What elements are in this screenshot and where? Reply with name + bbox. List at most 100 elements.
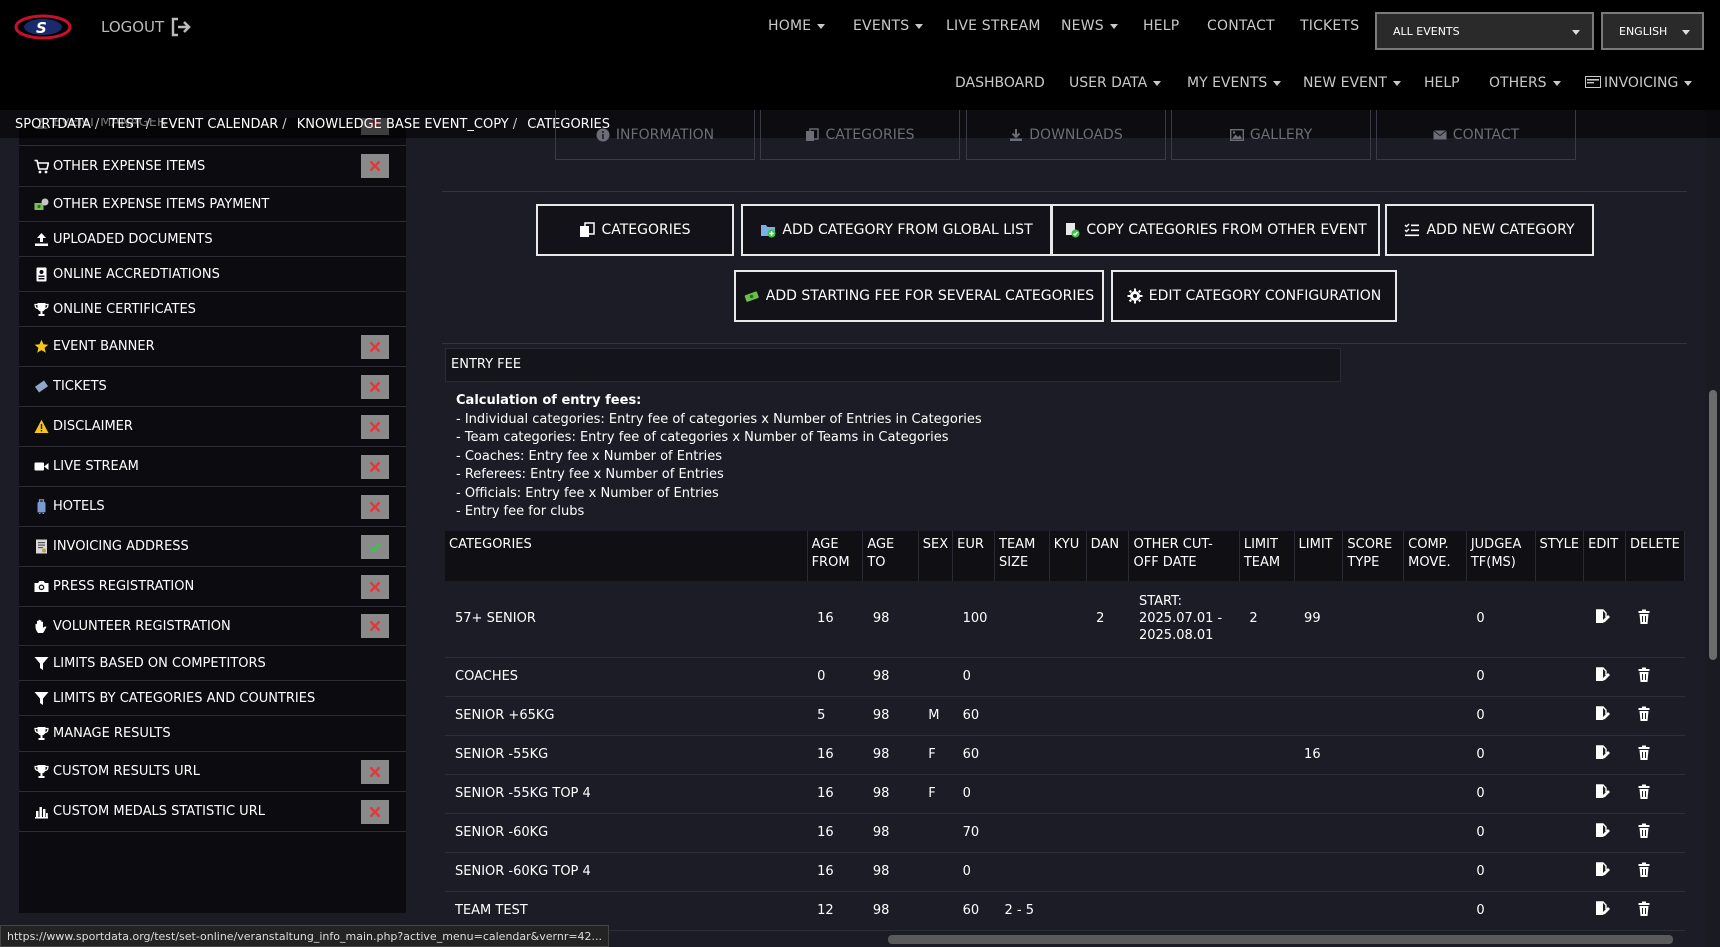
table-cell-name: SENIOR -60KG — [445, 813, 808, 853]
table-cell-comp — [1403, 657, 1467, 697]
subnav-help[interactable]: HELP — [1424, 75, 1460, 91]
trash-icon[interactable] — [1636, 823, 1652, 839]
tab-downloads[interactable]: DOWNLOADS — [966, 110, 1166, 160]
sidebar-item[interactable]: LIVE STREAM — [19, 447, 406, 487]
sidebar-item-label: CUSTOM RESULTS URL — [53, 764, 200, 779]
edit-icon[interactable] — [1594, 783, 1610, 800]
table-cell-team-size — [994, 657, 1050, 697]
logout-link[interactable]: LOGOUT — [101, 17, 192, 37]
table-cell-style — [1535, 774, 1584, 814]
trash-icon[interactable] — [1636, 862, 1652, 878]
sidebar-item[interactable]: ONLINE ACCREDTIATIONS — [19, 257, 406, 292]
table-cell-score — [1342, 813, 1404, 853]
invoice-icon — [34, 539, 49, 554]
breadcrumb-event-calendar[interactable]: EVENT CALENDAR — [160, 117, 278, 132]
edit-icon[interactable] — [1594, 861, 1610, 878]
sidebar-item[interactable]: MANAGE RESULTS — [19, 716, 406, 752]
trash-icon[interactable] — [1636, 667, 1652, 683]
nav-help[interactable]: HELP — [1143, 18, 1179, 34]
edit-icon[interactable] — [1594, 822, 1610, 839]
trash-icon[interactable] — [1636, 784, 1652, 800]
close-icon[interactable] — [361, 154, 389, 178]
horizontal-scrollbar[interactable] — [888, 935, 1673, 944]
nav-events[interactable]: EVENTS — [853, 18, 924, 34]
close-icon[interactable] — [361, 334, 389, 359]
close-icon[interactable] — [361, 799, 389, 824]
copy-categories-from-other-event-button[interactable]: COPY CATEGORIES FROM OTHER EVENT — [1051, 204, 1380, 256]
subnav-user-data[interactable]: USER DATA — [1069, 75, 1162, 91]
subnav-others[interactable]: OTHERS — [1489, 75, 1561, 91]
table-cell-limit-team — [1239, 813, 1295, 853]
close-icon[interactable] — [361, 614, 389, 638]
sidebar-item[interactable]: EVENT BANNER — [19, 327, 406, 367]
sidebar-item[interactable]: ONLINE CERTIFICATES — [19, 292, 406, 327]
breadcrumb-sportdata[interactable]: SPORTDATA — [15, 117, 91, 132]
nav-home[interactable]: HOME — [768, 18, 826, 34]
close-icon[interactable] — [361, 374, 389, 399]
tab-categories[interactable]: CATEGORIES — [760, 110, 960, 160]
sidebar-item[interactable]: VOLUNTEER REGISTRATION — [19, 607, 406, 646]
table-cell-judge: 0 — [1466, 657, 1536, 697]
edit-category-configuration-button[interactable]: EDIT CATEGORY CONFIGURATION — [1111, 270, 1397, 322]
tab-information[interactable]: INFORMATION — [555, 110, 755, 160]
breadcrumb-event[interactable]: KNOWLEDGE BASE EVENT_COPY — [297, 117, 509, 132]
sidebar-item[interactable]: DISCLAIMER — [19, 407, 406, 447]
sidebar-item[interactable]: UPLOADED DOCUMENTS — [19, 222, 406, 257]
breadcrumb-test[interactable]: TEST — [109, 117, 141, 132]
event-select[interactable]: ALL EVENTS — [1375, 12, 1594, 50]
trash-icon[interactable] — [1636, 706, 1652, 722]
filter-icon — [34, 691, 49, 706]
language-select[interactable]: ENGLISH — [1601, 12, 1704, 50]
nav-tickets[interactable]: TICKETS — [1300, 18, 1359, 34]
edit-icon[interactable] — [1594, 744, 1610, 761]
sidebar-item[interactable]: CUSTOM RESULTS URL — [19, 752, 406, 792]
nav-news[interactable]: NEWS — [1061, 18, 1118, 34]
trash-icon[interactable] — [1636, 745, 1652, 761]
subnav-dashboard[interactable]: DASHBOARD — [955, 75, 1045, 91]
table-cell-team-size — [994, 852, 1050, 892]
nav-contact[interactable]: CONTACT — [1207, 18, 1275, 34]
edit-icon[interactable] — [1594, 666, 1610, 683]
tab-gallery[interactable]: GALLERY — [1171, 110, 1371, 160]
sidebar-item[interactable]: LIMITS BY CATEGORIES AND COUNTRIES — [19, 681, 406, 716]
subnav-new-event[interactable]: NEW EVENT — [1303, 75, 1401, 91]
edit-icon[interactable] — [1594, 900, 1610, 917]
close-icon[interactable] — [361, 494, 389, 519]
check-icon[interactable] — [361, 534, 389, 559]
tab-contact[interactable]: CONTACT — [1376, 110, 1576, 160]
add-starting-fee-button[interactable]: ADD STARTING FEE FOR SEVERAL CATEGORIES — [734, 270, 1104, 322]
table-cell-kyu — [1049, 774, 1087, 814]
categories-button[interactable]: CATEGORIES — [536, 204, 734, 256]
table-cell-limit: 16 — [1294, 735, 1343, 775]
edit-icon[interactable] — [1594, 609, 1610, 625]
table-cell-dan — [1086, 735, 1129, 775]
trash-icon[interactable] — [1636, 901, 1652, 917]
close-icon[interactable] — [361, 574, 389, 599]
scrollbar-thumb[interactable] — [1709, 390, 1717, 660]
star-icon — [34, 339, 49, 354]
close-icon[interactable] — [361, 759, 389, 784]
close-icon[interactable] — [361, 414, 389, 439]
add-new-category-button[interactable]: ADD NEW CATEGORY — [1385, 204, 1594, 256]
calc-line: - Coaches: Entry fee x Number of Entries — [456, 448, 723, 464]
sidebar-item[interactable]: PRESS REGISTRATION — [19, 567, 406, 607]
sidebar-item-label: UPLOADED DOCUMENTS — [53, 231, 213, 247]
subnav-my-events[interactable]: MY EVENTS — [1187, 75, 1282, 91]
sportdata-logo[interactable]: S — [14, 12, 72, 42]
sidebar-item[interactable]: LIMITS BASED ON COMPETITORS — [19, 646, 406, 681]
sidebar-item[interactable]: TICKETS — [19, 367, 406, 407]
nav-live-stream[interactable]: LIVE STREAM — [946, 18, 1041, 34]
column-header: STYLE — [1535, 531, 1585, 581]
trash-icon[interactable] — [1636, 609, 1652, 625]
add-category-from-global-list-button[interactable]: ADD CATEGORY FROM GLOBAL LIST — [741, 204, 1052, 256]
subnav-invoicing[interactable]: INVOICING — [1585, 75, 1693, 91]
close-icon[interactable] — [361, 454, 389, 479]
sidebar-item[interactable]: INVOICING ADDRESS — [19, 527, 406, 567]
sidebar-item[interactable]: OTHER EXPENSE ITEMS — [19, 146, 406, 187]
sidebar-item[interactable]: OTHER EXPENSE ITEMS PAYMENT — [19, 187, 406, 222]
column-header: KYU — [1049, 531, 1087, 581]
edit-icon[interactable] — [1594, 705, 1610, 722]
sidebar-item[interactable]: HOTELS — [19, 487, 406, 527]
vertical-scrollbar[interactable] — [1706, 110, 1720, 947]
sidebar-item[interactable]: CUSTOM MEDALS STATISTIC URL — [19, 792, 406, 832]
